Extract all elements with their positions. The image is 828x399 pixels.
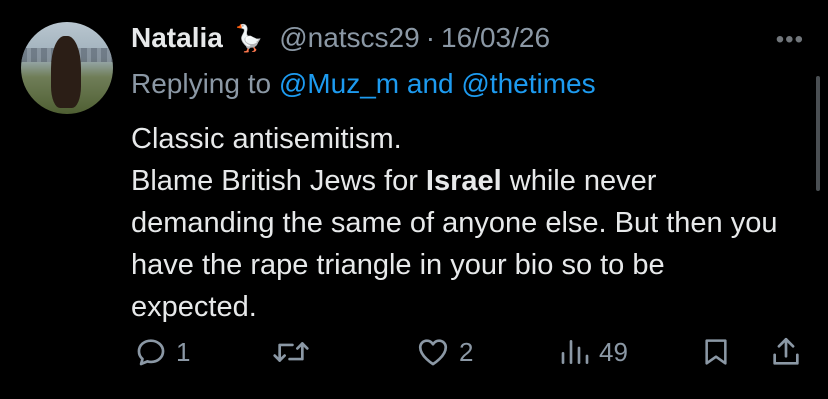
tweet-text: Classic antisemitism. Blame British Jews… (131, 118, 796, 328)
reply-mention-2[interactable]: @thetimes (461, 68, 595, 99)
views-count: 49 (599, 336, 628, 367)
separator-dot: · (425, 22, 436, 53)
like-button[interactable]: 2 (415, 335, 473, 369)
goose-emoji-icon: 🪿 (232, 23, 266, 53)
reply-prefix: Replying to (131, 68, 272, 99)
bookmark-icon (700, 335, 732, 369)
like-icon (415, 335, 451, 369)
retweet-icon (271, 335, 311, 369)
replying-to: Replying to @Muz_m and @thetimes (131, 68, 596, 100)
tweet-header: Natalia 🪿 @natscs29 · 16/03/26 (131, 22, 550, 54)
share-button[interactable] (769, 335, 803, 369)
retweet-button[interactable] (271, 335, 319, 369)
views-button[interactable]: 49 (559, 335, 628, 369)
avatar[interactable] (21, 22, 113, 114)
reply-count: 1 (176, 336, 191, 367)
views-icon (559, 335, 591, 369)
reply-mention-muz[interactable]: @Muz_m and @thetimes (279, 68, 596, 99)
reply-icon (134, 335, 168, 369)
author-handle[interactable]: @natscs29 (279, 22, 420, 54)
tweet-text-line2: Blame British Jews for Israel while neve… (131, 160, 796, 328)
avatar-figure (51, 36, 81, 108)
reply-mention-1[interactable]: @Muz_m (279, 68, 399, 99)
tweet-text-bold: Israel (425, 165, 502, 197)
reply-button[interactable]: 1 (134, 335, 190, 369)
scrollbar[interactable] (816, 76, 820, 191)
bookmark-button[interactable] (700, 335, 732, 369)
like-count: 2 (459, 336, 474, 367)
tweet-text-part-a: Blame British Jews for (131, 165, 426, 197)
action-bar: 1 2 49 (0, 335, 828, 383)
tweet-text-line1: Classic antisemitism. (131, 123, 402, 155)
tweet-date[interactable]: 16/03/26 (441, 22, 550, 54)
share-icon (769, 335, 803, 369)
author-name[interactable]: Natalia (131, 22, 223, 54)
more-icon[interactable]: ••• (776, 26, 804, 54)
reply-and: and (406, 68, 454, 99)
